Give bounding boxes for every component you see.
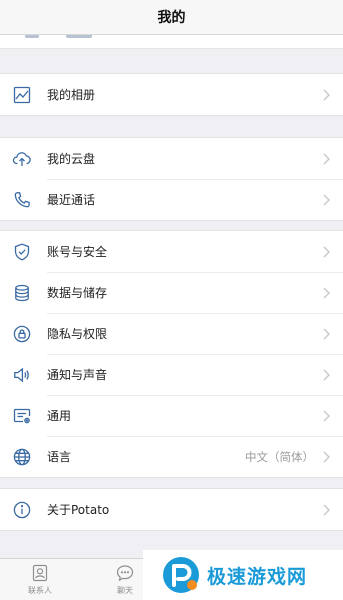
chevron-right-icon: [323, 287, 330, 298]
menu-item-account-security[interactable]: 账号与安全: [0, 231, 343, 272]
chat-bubble-icon: [116, 565, 134, 582]
menu-item-notifications[interactable]: 通知与声音: [0, 354, 343, 395]
menu-item-recent-calls[interactable]: 最近通话: [0, 179, 343, 220]
menu-item-label: 通用: [47, 409, 72, 423]
chevron-right-icon: [323, 504, 330, 515]
menu-group-settings: 账号与安全 数据与储存 隐私与权限 通知与声音 通用 语言 中文（简体）: [0, 230, 343, 478]
menu-item-label: 通知与声音: [47, 368, 108, 382]
general-settings-icon: [11, 405, 33, 427]
speaker-icon: [11, 364, 33, 386]
photo-album-icon: [11, 84, 33, 106]
menu-item-label: 关于Potato: [47, 503, 110, 517]
menu-item-label: 账号与安全: [47, 245, 108, 259]
info-icon: [11, 499, 33, 521]
chevron-right-icon: [323, 328, 330, 339]
menu-item-data-storage[interactable]: 数据与储存: [0, 272, 343, 313]
menu-group-cloud: 我的云盘 最近通话: [0, 137, 343, 221]
chevron-right-icon: [323, 369, 330, 380]
tab-contacts[interactable]: 联系人: [5, 563, 75, 596]
menu-item-about[interactable]: 关于Potato: [0, 489, 343, 530]
chevron-right-icon: [323, 89, 330, 100]
menu-item-label: 语言: [47, 450, 72, 464]
globe-icon: [11, 446, 33, 468]
profile-card-remnant: [0, 35, 343, 49]
chevron-right-icon: [323, 246, 330, 257]
language-value: 中文（简体）: [245, 449, 314, 464]
contacts-icon: [32, 564, 48, 582]
watermark: 极速游戏网: [143, 550, 343, 600]
menu-item-language[interactable]: 语言 中文（简体）: [0, 436, 343, 477]
tab-label: 聊天: [117, 586, 133, 595]
menu-group-album: 我的相册: [0, 73, 343, 116]
page-title: 我的: [157, 10, 186, 26]
watermark-text: 极速游戏网: [207, 565, 308, 588]
database-icon: [11, 282, 33, 304]
menu-item-album[interactable]: 我的相册: [0, 74, 343, 115]
chevron-right-icon: [323, 451, 330, 462]
lock-icon: [11, 323, 33, 345]
shield-icon: [11, 241, 33, 263]
menu-item-privacy[interactable]: 隐私与权限: [0, 313, 343, 354]
menu-item-cloud[interactable]: 我的云盘: [0, 138, 343, 179]
menu-item-general[interactable]: 通用: [0, 395, 343, 436]
tab-label: 联系人: [28, 586, 52, 595]
chevron-right-icon: [323, 194, 330, 205]
menu-item-label: 隐私与权限: [47, 327, 108, 341]
menu-item-label: 我的相册: [47, 88, 96, 102]
chevron-right-icon: [323, 153, 330, 164]
cloud-upload-icon: [11, 148, 33, 170]
menu-item-label: 最近通话: [47, 193, 96, 207]
menu-group-about: 关于Potato: [0, 488, 343, 531]
menu-item-label: 我的云盘: [47, 152, 96, 166]
nav-bar: 我的: [0, 0, 343, 35]
menu-item-label: 数据与储存: [47, 286, 108, 300]
phone-icon: [11, 189, 33, 211]
watermark-logo-icon: [163, 557, 199, 593]
chevron-right-icon: [323, 410, 330, 421]
